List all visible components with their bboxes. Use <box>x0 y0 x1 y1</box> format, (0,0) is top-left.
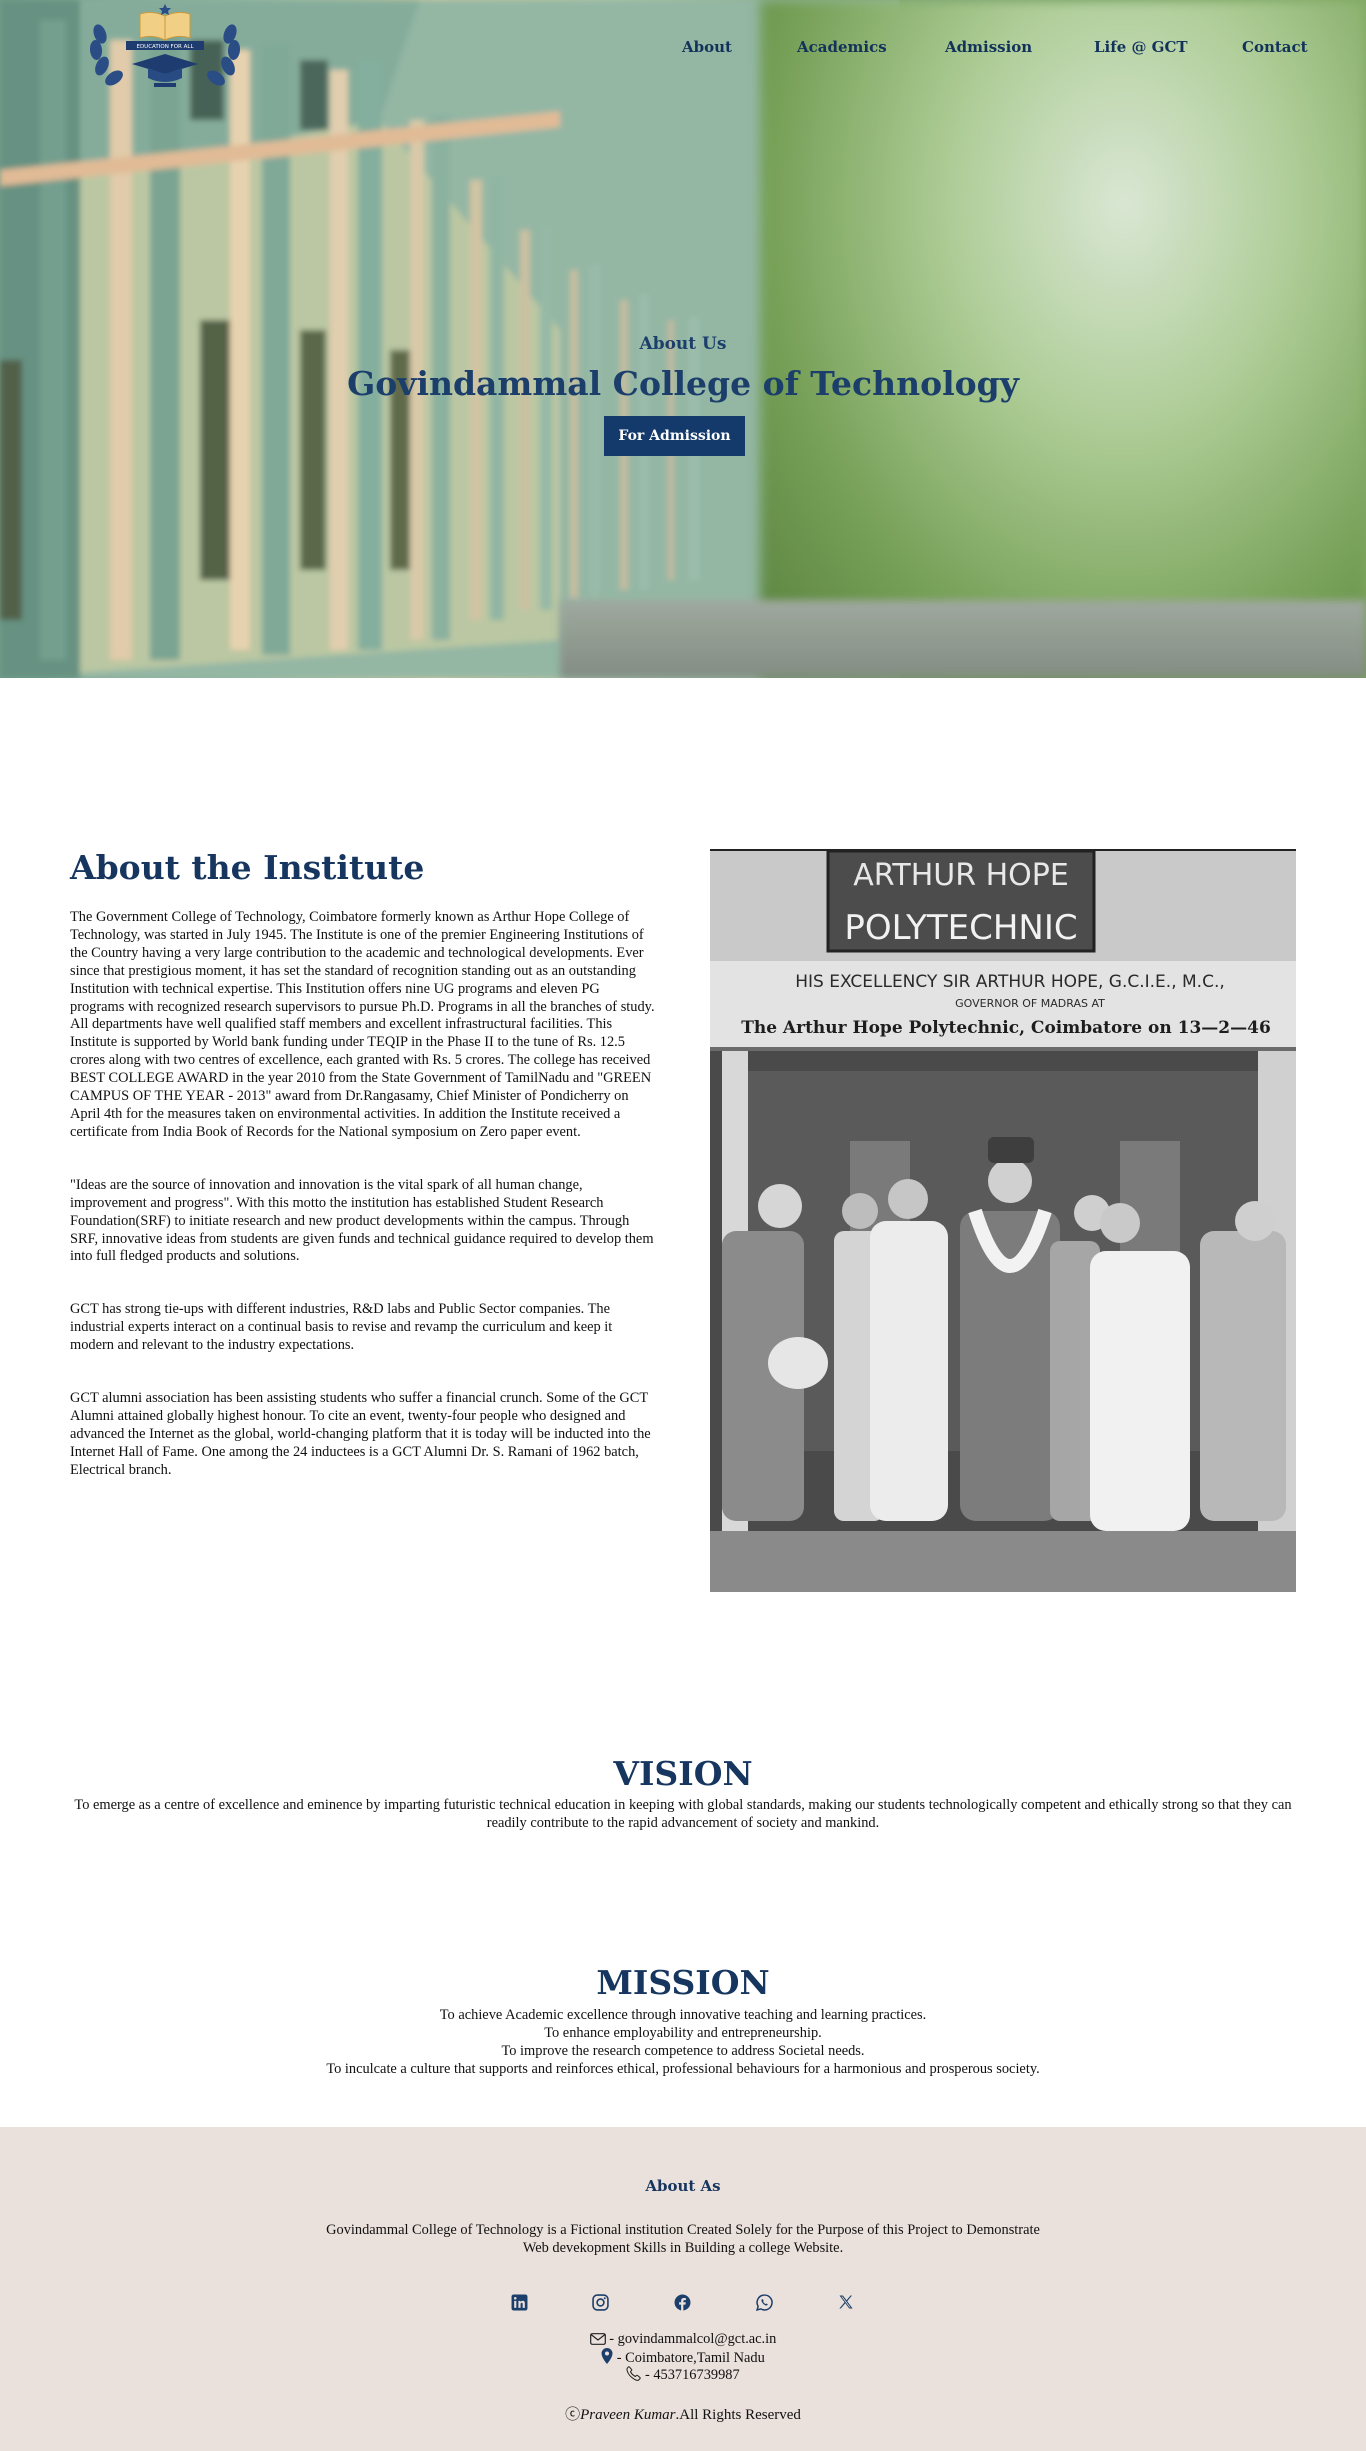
social-links <box>0 2292 1366 2314</box>
about-paragraph: "Ideas are the source of innovation and … <box>70 1176 654 1265</box>
instagram-icon[interactable] <box>590 2292 610 2312</box>
phone-text: - 453716739987 <box>644 2367 740 2383</box>
footer-description: Govindammal College of Technology is a F… <box>326 2222 1040 2256</box>
mission-heading: MISSION <box>596 1963 770 2002</box>
x-icon[interactable] <box>836 2292 856 2312</box>
about-paragraph: GCT alumni association has been assistin… <box>70 1390 651 1478</box>
vision-text: To emerge as a centre of excellence and … <box>74 1797 1292 1831</box>
footer-title: About As <box>645 2177 721 2195</box>
email-text[interactable]: - govindammalcol@gct.ac.in <box>609 2331 776 2347</box>
photo-caption-text: The Arthur Hope Polytechnic, Coimbatore … <box>741 1018 1271 1038</box>
hero-section: EDUCATION FOR ALL About Academics Admiss… <box>0 0 1366 678</box>
sign-arch-text: ARTHUR HOPE <box>853 858 1069 893</box>
nav-link-contact[interactable]: Contact <box>1242 38 1308 56</box>
phone-icon <box>626 2366 642 2381</box>
envelope-icon <box>589 2333 606 2345</box>
photo-banner-text: HIS EXCELLENCY SIR ARTHUR HOPE, G.C.I.E.… <box>795 972 1225 992</box>
about-paragraph: GCT has strong tie-ups with different in… <box>70 1301 613 1354</box>
nav-link-admission[interactable]: Admission <box>945 38 1032 56</box>
nav-link-life-at-gct[interactable]: Life @ GCT <box>1094 38 1188 56</box>
mission-line: To achieve Academic excellence through i… <box>439 2007 927 2023</box>
nav-link-academics[interactable]: Academics <box>797 38 887 56</box>
about-heading: About the Institute <box>70 848 425 887</box>
admission-button[interactable]: For Admission <box>604 416 745 456</box>
about-text: The Government College of Technology, Co… <box>70 909 657 1515</box>
contact-phone: - 453716739987 <box>0 2366 1366 2384</box>
vision-heading: VISION <box>613 1754 753 1793</box>
hero-kicker: About Us <box>639 334 727 354</box>
mission-line: To enhance employability and entrepreneu… <box>544 2025 822 2041</box>
main-nav: About Academics Admission Life @ GCT Con… <box>0 38 1366 64</box>
author-name[interactable]: Praveen Kumar <box>580 2407 675 2423</box>
nav-link-about[interactable]: About <box>682 38 732 56</box>
historic-photo: ARTHUR HOPE POLYTECHNIC HIS EXCELLENCY S… <box>710 849 1296 1592</box>
location-pin-icon <box>601 2348 613 2364</box>
whatsapp-icon[interactable] <box>754 2292 774 2312</box>
mission-line: To improve the research competence to ad… <box>501 2043 865 2059</box>
copyright-symbol: ⓒ <box>565 2407 581 2423</box>
copyright: ⓒPraveen Kumar.All Rights Reserved <box>0 2403 1366 2424</box>
photo-banner-subtext: GOVERNOR OF MADRAS AT <box>955 997 1105 1010</box>
hero-title: Govindammal College of Technology <box>347 364 1019 403</box>
facebook-icon[interactable] <box>672 2292 692 2312</box>
mission-line: To inculcate a culture that supports and… <box>326 2061 1040 2077</box>
about-paragraph: The Government College of Technology, Co… <box>70 909 655 1140</box>
address-text: - Coimbatore,Tamil Nadu <box>616 2350 765 2366</box>
contact-address: - Coimbatore,Tamil Nadu <box>0 2348 1366 2367</box>
rights-text: .All Rights Reserved <box>675 2407 801 2423</box>
linkedin-icon[interactable] <box>509 2292 529 2312</box>
contact-email: - govindammalcol@gct.ac.in <box>0 2330 1366 2348</box>
sign-main-text: POLYTECHNIC <box>844 908 1077 948</box>
